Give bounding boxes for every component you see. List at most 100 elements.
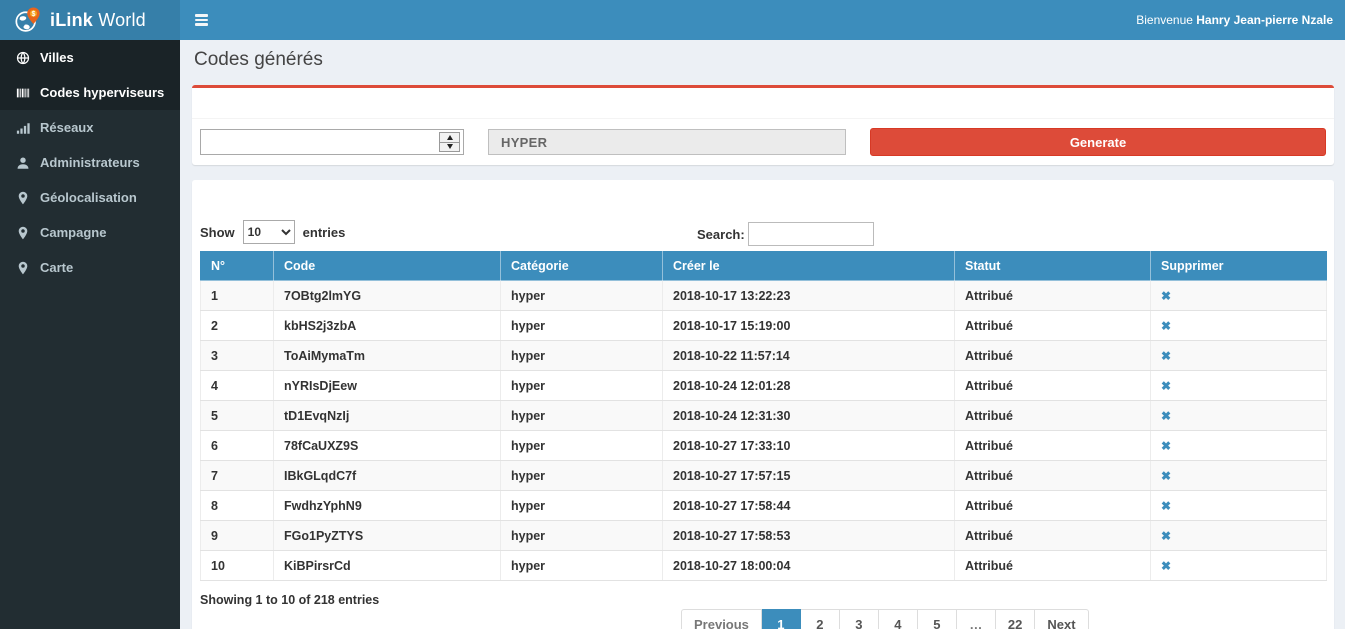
sidebar: Villes Codes hyperviseurs Réseaux Administr… [0, 40, 180, 629]
generator-form: Generate [192, 119, 1334, 165]
table-body: 17OBtg2lmYGhyper2018-10-17 13:22:23Attri… [201, 281, 1327, 581]
table-row: 5tD1EvqNzIjhyper2018-10-24 12:31:30Attri… [201, 401, 1327, 431]
table-row: 17OBtg2lmYGhyper2018-10-17 13:22:23Attri… [201, 281, 1327, 311]
cell-category: hyper [501, 491, 663, 521]
cell-num: 2 [201, 311, 274, 341]
user-icon [16, 156, 30, 170]
cell-status: Attribué [955, 521, 1151, 551]
sidebar-item-villes[interactable]: Villes [0, 40, 180, 75]
cell-category: hyper [501, 521, 663, 551]
page-length-select[interactable]: 10 [243, 220, 295, 244]
cell-created: 2018-10-27 17:33:10 [663, 431, 955, 461]
column-header-5[interactable]: Supprimer [1151, 251, 1327, 281]
sidebar-item-label: Codes hyperviseurs [40, 85, 164, 100]
pagination-page-4[interactable]: 4 [879, 609, 918, 629]
sidebar-item-campagne[interactable]: Campagne [0, 215, 180, 250]
cell-code: IBkGLqdC7f [274, 461, 501, 491]
signal-bars-icon [16, 121, 30, 135]
cell-num: 7 [201, 461, 274, 491]
cell-created: 2018-10-27 18:00:04 [663, 551, 955, 581]
sidebar-item-codes-hyperviseurs[interactable]: Codes hyperviseurs [0, 75, 180, 110]
globe-icon [16, 51, 30, 65]
delete-icon[interactable]: ✖ [1161, 289, 1171, 303]
search-label: Search: [697, 227, 745, 242]
category-field[interactable] [488, 129, 846, 155]
cell-delete: ✖ [1151, 341, 1327, 371]
cell-num: 4 [201, 371, 274, 401]
delete-icon[interactable]: ✖ [1161, 499, 1171, 513]
cell-delete: ✖ [1151, 551, 1327, 581]
app-title: iLink World [50, 10, 146, 31]
table-row: 4nYRIsDjEewhyper2018-10-24 12:01:28Attri… [201, 371, 1327, 401]
cell-created: 2018-10-27 17:58:44 [663, 491, 955, 521]
cell-created: 2018-10-22 11:57:14 [663, 341, 955, 371]
delete-icon[interactable]: ✖ [1161, 529, 1171, 543]
cell-status: Attribué [955, 461, 1151, 491]
sidebar-item-r-seaux[interactable]: Réseaux [0, 110, 180, 145]
sidebar-item-carte[interactable]: Carte [0, 250, 180, 285]
cell-status: Attribué [955, 551, 1151, 581]
cell-code: tD1EvqNzIj [274, 401, 501, 431]
cell-delete: ✖ [1151, 521, 1327, 551]
cell-status: Attribué [955, 491, 1151, 521]
cell-category: hyper [501, 431, 663, 461]
delete-icon[interactable]: ✖ [1161, 439, 1171, 453]
map-pin-icon [16, 261, 30, 275]
sidebar-item-label: Géolocalisation [40, 190, 137, 205]
map-pin-icon [16, 191, 30, 205]
pagination-page-2[interactable]: 2 [801, 609, 840, 629]
delete-icon[interactable]: ✖ [1161, 379, 1171, 393]
codes-table: N°CodeCatégorieCréer leStatutSupprimer 1… [200, 251, 1327, 581]
column-header-3[interactable]: Créer le [663, 251, 955, 281]
cell-code: 7OBtg2lmYG [274, 281, 501, 311]
quantity-stepper [439, 132, 460, 152]
sidebar-item-g-olocalisation[interactable]: Géolocalisation [0, 180, 180, 215]
spin-up-icon[interactable] [440, 133, 459, 142]
sidebar-item-label: Carte [40, 260, 73, 275]
sidebar-item-administrateurs[interactable]: Administrateurs [0, 145, 180, 180]
table-info: Showing 1 to 10 of 218 entries [200, 593, 1326, 607]
cell-code: nYRIsDjEew [274, 371, 501, 401]
generate-button[interactable]: Generate [870, 128, 1326, 156]
navbar: Bienvenue Hanry Jean-pierre Nzale [180, 0, 1345, 40]
column-header-1[interactable]: Code [274, 251, 501, 281]
pagination-page-5[interactable]: 5 [918, 609, 957, 629]
cell-num: 5 [201, 401, 274, 431]
cell-delete: ✖ [1151, 311, 1327, 341]
table-row: 678fCaUXZ9Shyper2018-10-27 17:33:10Attri… [201, 431, 1327, 461]
cell-category: hyper [501, 551, 663, 581]
cell-num: 3 [201, 341, 274, 371]
cell-delete: ✖ [1151, 371, 1327, 401]
cell-num: 6 [201, 431, 274, 461]
show-label: Show [200, 225, 235, 240]
cell-status: Attribué [955, 371, 1151, 401]
pagination-page-22[interactable]: 22 [996, 609, 1035, 629]
cell-code: ToAiMymaTm [274, 341, 501, 371]
delete-icon[interactable]: ✖ [1161, 469, 1171, 483]
quantity-input[interactable] [201, 130, 439, 154]
spin-down-icon[interactable] [440, 142, 459, 152]
quantity-field-wrap [200, 129, 464, 155]
column-header-2[interactable]: Catégorie [501, 251, 663, 281]
delete-icon[interactable]: ✖ [1161, 349, 1171, 363]
pagination-page-1[interactable]: 1 [762, 609, 801, 629]
welcome-text[interactable]: Bienvenue Hanry Jean-pierre Nzale [1136, 13, 1345, 27]
pagination-previous[interactable]: Previous [681, 609, 762, 629]
table-header-row: N°CodeCatégorieCréer leStatutSupprimer [201, 251, 1327, 281]
table-row: 9FGo1PyZTYShyper2018-10-27 17:58:53Attri… [201, 521, 1327, 551]
delete-icon[interactable]: ✖ [1161, 559, 1171, 573]
pagination-next[interactable]: Next [1035, 609, 1088, 629]
column-header-0[interactable]: N° [201, 251, 274, 281]
cell-created: 2018-10-17 13:22:23 [663, 281, 955, 311]
pagination-page-3[interactable]: 3 [840, 609, 879, 629]
sidebar-item-label: Réseaux [40, 120, 93, 135]
search-input[interactable] [748, 222, 874, 246]
hamburger-icon[interactable] [180, 0, 222, 40]
delete-icon[interactable]: ✖ [1161, 409, 1171, 423]
top-bar: $ iLink World Bienvenue Hanry Jean-pierr… [0, 0, 1345, 40]
brand-area[interactable]: $ iLink World [0, 0, 180, 40]
cell-delete: ✖ [1151, 431, 1327, 461]
column-header-4[interactable]: Statut [955, 251, 1151, 281]
cell-num: 10 [201, 551, 274, 581]
delete-icon[interactable]: ✖ [1161, 319, 1171, 333]
